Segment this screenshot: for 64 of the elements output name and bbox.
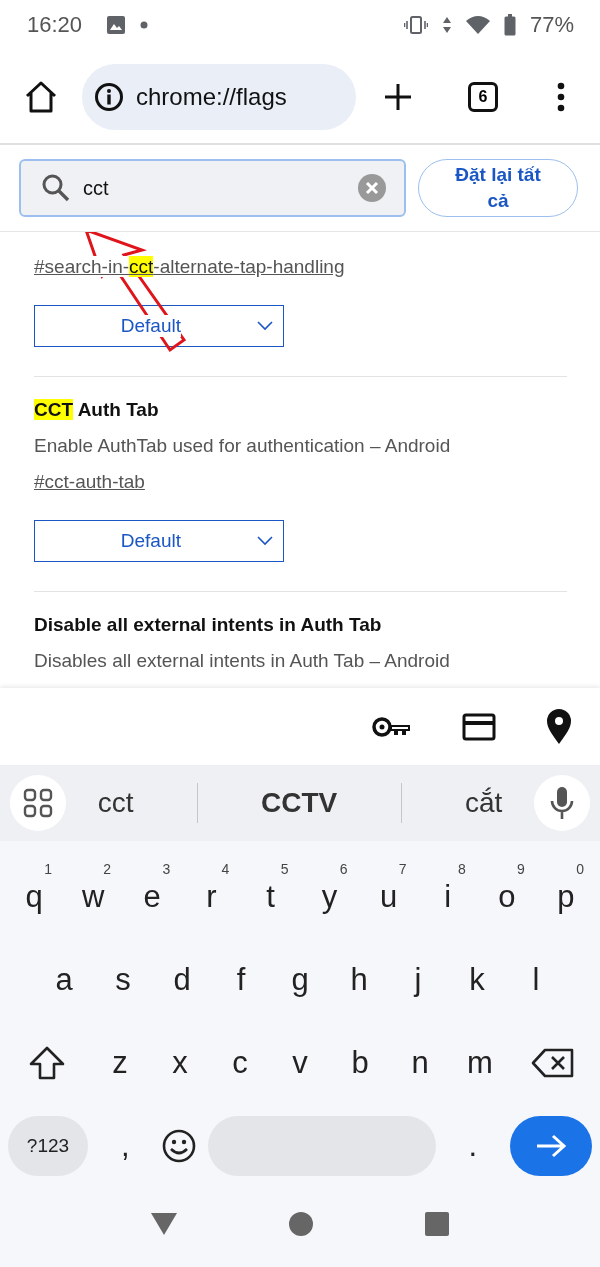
- keyboard-key[interactable]: c: [214, 1032, 266, 1093]
- keyboard-key[interactable]: d: [156, 949, 208, 1010]
- flag-dropdown[interactable]: Default: [34, 520, 284, 562]
- keyboard-key[interactable]: j: [392, 949, 444, 1010]
- grid-icon: [23, 788, 53, 818]
- search-icon: [41, 173, 71, 203]
- flag-description: Disables all external intents in Auth Tab – Android: [34, 649, 451, 673]
- info-icon[interactable]: [94, 81, 124, 112]
- flag-title: CCT Auth Tab: [34, 398, 160, 422]
- key-icon[interactable]: [372, 715, 412, 738]
- chevron-down-icon: [257, 321, 273, 331]
- keyboard-key[interactable]: x: [154, 1032, 206, 1093]
- keyboard-key[interactable]: .: [446, 1115, 499, 1176]
- microphone-button[interactable]: [534, 775, 590, 831]
- data-arrows-icon: [441, 15, 452, 35]
- keyboard-key[interactable]: l: [510, 949, 562, 1010]
- new-tab-icon[interactable]: [384, 82, 412, 111]
- notification-dot-icon: [140, 21, 149, 29]
- suggestion-item[interactable]: CCTV: [261, 787, 338, 819]
- shift-icon: [29, 1045, 65, 1080]
- keyboard-key[interactable]: a: [38, 949, 90, 1010]
- status-time: 16:20: [27, 12, 83, 38]
- wifi-icon: [465, 15, 490, 35]
- reset-all-button[interactable]: Đặt lại tất cả: [418, 159, 578, 217]
- address-bar[interactable]: chrome://flags: [82, 63, 356, 130]
- home-circle-icon[interactable]: [288, 1211, 314, 1237]
- symbols-key[interactable]: ?123: [8, 1115, 88, 1176]
- tab-switcher-button[interactable]: 6: [468, 81, 498, 112]
- keyboard-key[interactable]: s: [97, 949, 149, 1010]
- keyboard-key[interactable]: b: [334, 1032, 386, 1093]
- url-text: chrome://flags: [136, 82, 287, 111]
- apps-grid-button[interactable]: [10, 775, 66, 831]
- battery-percentage: 77%: [529, 12, 574, 38]
- arrow-right-icon: [534, 1133, 567, 1158]
- flag-description: Enable AuthTab used for authentication – Android: [34, 434, 452, 458]
- flag-dropdown[interactable]: Default: [34, 305, 284, 347]
- keyboard-key[interactable]: m: [454, 1032, 506, 1093]
- image-icon: [106, 15, 127, 35]
- credit-card-icon[interactable]: [462, 712, 496, 741]
- keyboard-key[interactable]: n: [394, 1032, 446, 1093]
- location-pin-icon[interactable]: [546, 708, 572, 745]
- back-icon[interactable]: [150, 1212, 178, 1236]
- menu-icon[interactable]: [556, 81, 566, 112]
- chevron-down-icon: [257, 536, 273, 546]
- keyboard-key[interactable]: h: [333, 949, 385, 1010]
- keyboard-key[interactable]: f: [215, 949, 267, 1010]
- flag-title: Disable all external intents in Auth Tab: [34, 613, 383, 637]
- flag-link[interactable]: #search-in-cct-alternate-tap-handling: [34, 256, 345, 277]
- keyboard-key[interactable]: k: [451, 949, 503, 1010]
- clear-icon[interactable]: [358, 174, 386, 202]
- suggestion-item[interactable]: cct: [97, 787, 134, 819]
- keyboard-key[interactable]: z: [94, 1032, 146, 1093]
- suggestion-item[interactable]: cắt: [464, 787, 503, 819]
- home-icon[interactable]: [24, 80, 58, 113]
- keyboard-key[interactable]: v: [274, 1032, 326, 1093]
- backspace-icon: [531, 1047, 575, 1078]
- battery-icon: [503, 14, 516, 36]
- microphone-icon: [550, 786, 574, 820]
- search-field[interactable]: cct: [19, 159, 406, 217]
- recents-icon[interactable]: [424, 1211, 450, 1237]
- keyboard-key[interactable]: g: [274, 949, 326, 1010]
- smiley-icon: [162, 1128, 197, 1163]
- vibrate-icon: [403, 15, 428, 35]
- keyboard-key[interactable]: ,: [99, 1115, 152, 1176]
